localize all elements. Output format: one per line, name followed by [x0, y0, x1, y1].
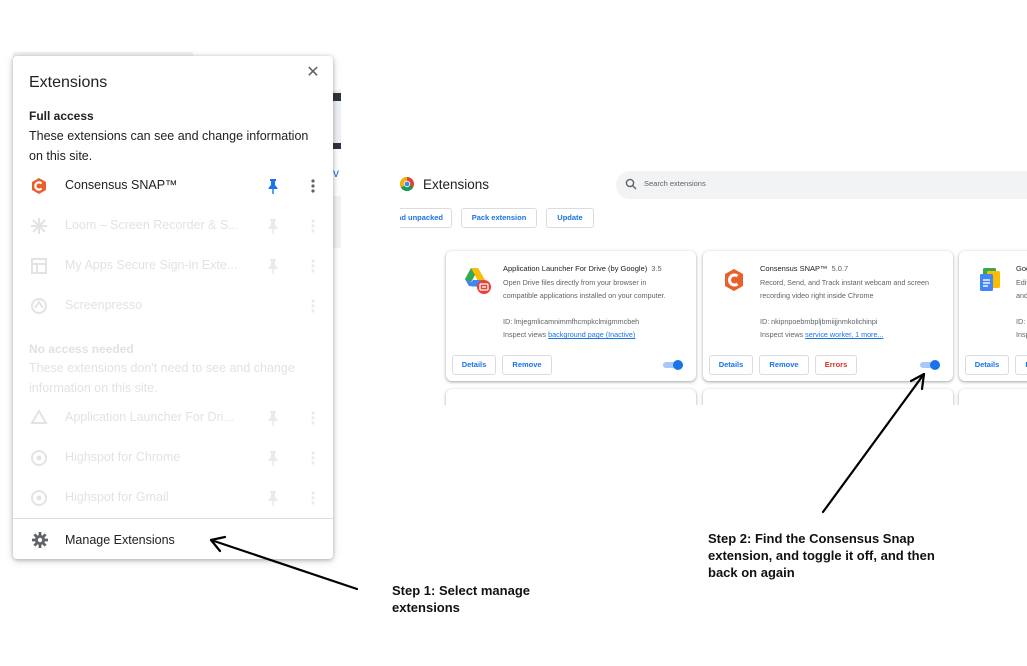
- more-vert-icon[interactable]: [305, 297, 321, 315]
- extension-id: ID: lmjegmlicamnimmfhcmpkclmigmmcbeh: [503, 317, 640, 326]
- extension-card-consensus-snap: Consensus SNAP™ 5.0.7 Record, Send, and T…: [703, 251, 953, 381]
- popup-item-screenpresso[interactable]: Screenpresso: [13, 286, 333, 326]
- popup-item-label: Loom – Screen Recorder & S...: [65, 218, 239, 232]
- more-vert-icon[interactable]: [305, 177, 321, 195]
- extension-id: ID: ghbmnnjooekpmoecnnnilnnbdlolhkhi: [1016, 317, 1027, 326]
- gear-icon: [32, 532, 48, 548]
- extension-name: Application Launcher For Drive (by Googl…: [503, 264, 662, 273]
- pin-icon[interactable]: [265, 489, 281, 507]
- highspot-icon: [31, 490, 47, 506]
- update-button[interactable]: Update: [546, 208, 594, 228]
- background-page-letter: v: [333, 166, 339, 180]
- no-access-description: These extensions don't need to see and c…: [29, 361, 295, 395]
- errors-button[interactable]: Errors: [815, 355, 857, 375]
- inspect-views: Inspect views background page (Inactive): [503, 330, 636, 339]
- inspect-views: Inspect views: [1016, 330, 1027, 339]
- more-vert-icon[interactable]: [305, 489, 321, 507]
- popup-item-label: Consensus SNAP™: [65, 178, 178, 192]
- popup-item-label: Highspot for Gmail: [65, 490, 169, 504]
- popup-item-label: Screenpresso: [65, 298, 143, 312]
- extension-id: ID: nkipnpoebmbpljbmiijjnmkolichinpi: [760, 317, 878, 326]
- enable-toggle[interactable]: [663, 360, 683, 370]
- screenpresso-icon: [31, 298, 47, 314]
- highspot-icon: [31, 450, 47, 466]
- popup-item-highspot-chrome[interactable]: Highspot for Chrome: [13, 438, 333, 478]
- full-access-description: These extensions can see and change info…: [29, 129, 309, 163]
- extension-name: Consensus SNAP™ 5.0.7: [760, 264, 849, 273]
- enable-toggle[interactable]: [920, 360, 940, 370]
- extension-version: 5.0.7: [831, 264, 849, 273]
- step-1-annotation: Step 1: Select manage extensions: [392, 583, 530, 615]
- pin-icon[interactable]: [265, 257, 281, 275]
- popup-item-loom[interactable]: Loom – Screen Recorder & S...: [13, 206, 333, 246]
- consensus-snap-icon: [725, 269, 743, 291]
- popup-item-label: Application Launcher For Dri...: [65, 410, 234, 424]
- page-title: Extensions: [423, 177, 490, 192]
- remove-button[interactable]: Remove: [1015, 355, 1027, 375]
- popup-item-highspot-gmail[interactable]: Highspot for Gmail: [13, 478, 333, 518]
- extension-name: Google Docs Offline: [1016, 264, 1027, 273]
- pack-extension-button[interactable]: Pack extension: [461, 208, 537, 228]
- extension-description: Open Drive files directly from your brow…: [503, 278, 666, 300]
- more-vert-icon[interactable]: [305, 449, 321, 467]
- loom-icon: [31, 218, 47, 234]
- extension-card-ghost: [703, 389, 953, 405]
- toggle-knob: [930, 360, 940, 370]
- load-unpacked-button[interactable]: Load unpacked: [400, 208, 452, 228]
- pin-icon[interactable]: [265, 177, 281, 195]
- search-placeholder: Search extensions: [644, 179, 706, 188]
- popup-item-label: My Apps Secure Sign-in Exte...: [65, 258, 238, 272]
- extension-card-drive-launcher: Application Launcher For Drive (by Googl…: [446, 251, 696, 381]
- popup-item-my-apps[interactable]: My Apps Secure Sign-in Exte...: [13, 246, 333, 286]
- inspect-views: Inspect views service worker, 1 more...: [760, 330, 884, 339]
- popup-divider: [13, 518, 333, 519]
- step-2-annotation: Step 2: Find the Consensus Snap extensio…: [708, 531, 935, 580]
- drive-launcher-icon: [465, 268, 491, 294]
- extension-card-google-docs: Google Docs Offline Edit, create, and vi…: [959, 251, 1027, 381]
- search-input[interactable]: Search extensions: [616, 171, 1027, 199]
- google-docs-icon: [980, 268, 1000, 291]
- more-vert-icon[interactable]: [305, 257, 321, 275]
- toggle-knob: [673, 360, 683, 370]
- extension-card-ghost: [446, 389, 696, 405]
- pin-icon[interactable]: [265, 409, 281, 427]
- extension-description: Edit, create, and view your documents, s…: [1016, 278, 1027, 300]
- drive-launcher-icon: [30, 409, 48, 424]
- more-vert-icon[interactable]: [305, 409, 321, 427]
- remove-button[interactable]: Remove: [759, 355, 809, 375]
- more-vert-icon[interactable]: [305, 217, 321, 235]
- extension-card-ghost: [959, 389, 1027, 405]
- my-apps-icon: [31, 258, 47, 274]
- consensus-snap-icon: [32, 178, 46, 194]
- details-button[interactable]: Details: [965, 355, 1009, 375]
- popup-title: Extensions: [29, 74, 108, 91]
- remove-button[interactable]: Remove: [502, 355, 552, 375]
- no-access-heading: No access needed: [29, 342, 134, 356]
- popup-item-drive-launcher[interactable]: Application Launcher For Dri...: [13, 398, 333, 438]
- pin-icon[interactable]: [265, 217, 281, 235]
- pin-icon[interactable]: [265, 449, 281, 467]
- search-icon: [625, 178, 637, 190]
- extensions-popup: Extensions ✕ Full access These extension…: [13, 56, 333, 559]
- details-button[interactable]: Details: [452, 355, 496, 375]
- inspect-views-link[interactable]: background page (Inactive): [548, 330, 635, 339]
- manage-extensions-button[interactable]: Manage Extensions: [13, 524, 333, 556]
- extension-version: 3.5: [651, 264, 662, 273]
- close-icon[interactable]: ✕: [303, 63, 323, 83]
- popup-item-label: Highspot for Chrome: [65, 450, 181, 464]
- details-button[interactable]: Details: [709, 355, 753, 375]
- popup-item-consensus-snap[interactable]: Consensus SNAP™: [13, 166, 333, 206]
- chrome-logo-icon: [400, 177, 414, 191]
- full-access-heading: Full access: [29, 109, 94, 123]
- extension-description: Record, Send, and Track instant webcam a…: [760, 278, 929, 300]
- manage-extensions-label: Manage Extensions: [65, 533, 175, 547]
- extensions-page: Extensions Search extensions Load unpack…: [400, 165, 1027, 405]
- inspect-views-link[interactable]: service worker, 1 more...: [805, 330, 883, 339]
